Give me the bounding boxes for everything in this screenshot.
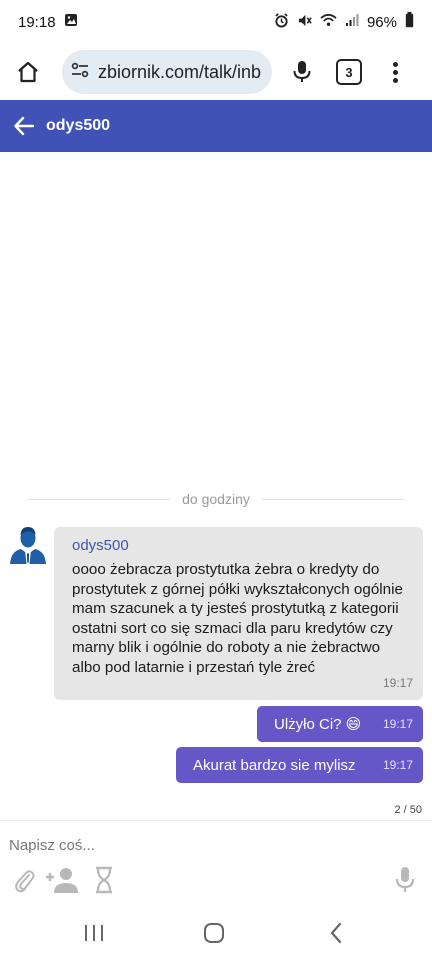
user-avatar-icon [10, 527, 46, 564]
tabs-count: 3 [345, 64, 353, 80]
mic-icon [293, 61, 311, 82]
hourglass-icon [96, 866, 112, 894]
message-time: 19:17 [382, 676, 413, 690]
recent-apps-button[interactable] [74, 918, 114, 948]
compose-divider [0, 820, 432, 821]
divider-line [28, 498, 171, 500]
outgoing-message: Ulżyło Ci? 😄 19:17 [257, 706, 423, 742]
tabs-button[interactable]: 3 [336, 59, 362, 85]
mic-icon [395, 867, 415, 892]
voice-search-button[interactable] [284, 54, 320, 90]
divider-label: do godziny [182, 491, 250, 507]
back-icon [330, 922, 342, 944]
status-left: 19:18 [18, 13, 78, 31]
alarm-icon [274, 12, 289, 32]
message-time: 19:17 [382, 717, 413, 731]
home-icon [204, 923, 224, 943]
message-text: oooo żebracza prostytutka żebra o kredyt… [72, 561, 403, 676]
divider-line [261, 498, 404, 500]
signal-icon [345, 13, 359, 31]
message-text: Akurat bardzo sie mylisz [193, 756, 356, 774]
add-user-icon [46, 868, 78, 893]
date-divider: do godziny [28, 490, 404, 508]
voice-message-button[interactable] [392, 865, 418, 895]
outgoing-message: Akurat bardzo sie mylisz 19:17 [176, 747, 423, 783]
attach-button[interactable] [10, 865, 38, 895]
site-settings-icon[interactable] [70, 60, 90, 85]
arrow-back-icon [14, 116, 35, 136]
timer-button[interactable] [92, 865, 116, 895]
status-right: 96% [274, 12, 414, 32]
back-button[interactable] [2, 100, 46, 152]
wifi-icon [320, 13, 337, 31]
status-bar: 19:18 96% [0, 0, 432, 44]
system-nav-bar [0, 908, 432, 960]
system-home-button[interactable] [194, 918, 234, 948]
add-user-button[interactable] [44, 865, 80, 895]
status-time: 19:18 [18, 13, 56, 31]
message-text: Ulżyło Ci? 😄 [274, 716, 362, 733]
recent-apps-icon [85, 925, 103, 941]
more-icon[interactable] [390, 61, 400, 83]
attach-icon [15, 870, 35, 893]
gallery-icon [64, 13, 78, 31]
message-input[interactable] [9, 833, 389, 857]
home-icon [18, 61, 38, 83]
system-back-button[interactable] [316, 918, 356, 948]
sender-name[interactable]: odys500 [72, 537, 407, 554]
browser-toolbar: zbiornik.com/talk/inb 3 [0, 44, 432, 100]
conversation-title: odys500 [46, 117, 111, 134]
url-text: zbiornik.com/talk/inb [98, 61, 262, 82]
incoming-message: odys500 oooo żebracza prostytutka żebra … [54, 527, 423, 700]
conversation-header: odys500 [0, 100, 432, 152]
battery-icon [405, 12, 414, 32]
mute-icon [297, 13, 312, 32]
battery-text: 96% [366, 13, 397, 31]
message-counter: 2 / 50 [394, 804, 422, 816]
avatar[interactable] [8, 524, 48, 564]
address-bar[interactable]: zbiornik.com/talk/inb [62, 50, 272, 94]
browser-home-button[interactable] [10, 54, 46, 90]
message-time: 19:17 [382, 758, 413, 772]
